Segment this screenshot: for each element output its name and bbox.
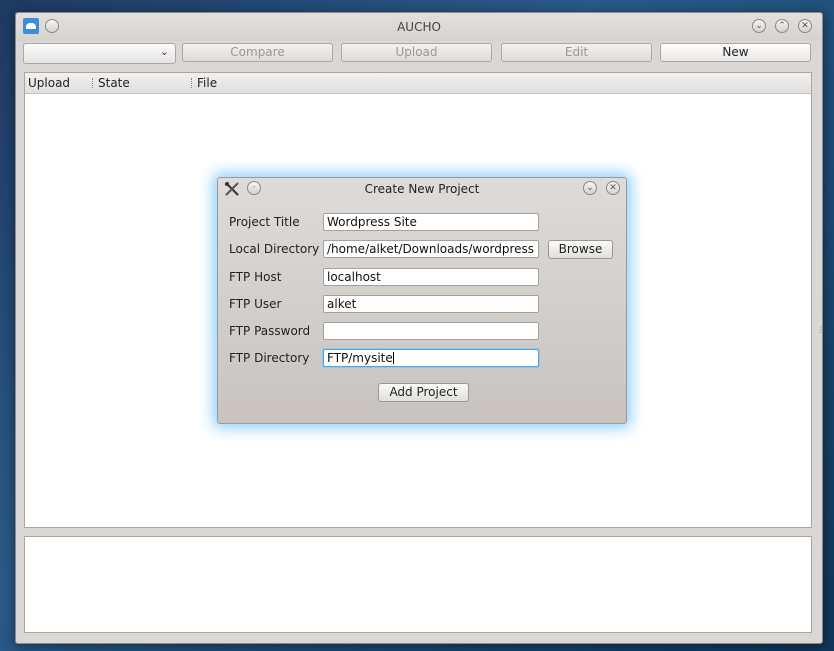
ftp-directory-label: FTP Directory <box>229 351 310 365</box>
column-separator[interactable] <box>191 78 193 88</box>
add-project-button[interactable]: Add Project <box>378 383 469 402</box>
dialog-close-button[interactable]: ✕ <box>606 181 620 195</box>
ftp-directory-input[interactable]: FTP/mysite <box>323 349 539 367</box>
edit-button[interactable]: Edit <box>501 43 652 62</box>
column-header-upload[interactable]: Upload <box>28 76 70 90</box>
column-header-state[interactable]: State <box>98 76 130 90</box>
main-titlebar[interactable]: AUCHO ⌄ ⌃ ✕ <box>16 13 822 41</box>
ftp-user-input[interactable]: alket <box>323 295 539 313</box>
text-caret <box>392 352 394 364</box>
compare-button[interactable]: Compare <box>182 43 333 62</box>
upload-button[interactable]: Upload <box>341 43 492 62</box>
ftp-directory-value: FTP/mysite <box>327 351 393 365</box>
column-separator[interactable] <box>92 78 94 88</box>
project-title-label: Project Title <box>229 215 300 229</box>
dialog-title: Create New Project <box>364 182 480 196</box>
maximize-button[interactable]: ⌃ <box>775 19 789 33</box>
close-button[interactable]: ✕ <box>798 19 812 33</box>
log-area[interactable] <box>24 536 812 633</box>
dialog-minimize-button[interactable]: ⌄ <box>583 181 597 195</box>
ftp-password-input[interactable] <box>323 322 539 340</box>
window-title: AUCHO <box>397 20 441 34</box>
splitter-handle[interactable]: ⋮ <box>817 325 825 334</box>
browse-button[interactable]: Browse <box>548 240 613 259</box>
project-title-input[interactable]: Wordpress Site <box>323 213 539 231</box>
new-button[interactable]: New <box>660 43 811 62</box>
project-select[interactable]: ⌄ <box>23 43 176 64</box>
chevron-down-icon: ⌄ <box>159 45 169 58</box>
table-header: Upload State File <box>25 73 811 94</box>
create-project-dialog: · Create New Project ⌄ ✕ Project Title W… <box>217 177 627 424</box>
ftp-host-input[interactable]: localhost <box>323 268 539 286</box>
local-directory-label: Local Directory <box>229 242 320 256</box>
column-header-file[interactable]: File <box>197 76 217 90</box>
minimize-button[interactable]: ⌄ <box>752 19 766 33</box>
ftp-user-label: FTP User <box>229 297 282 311</box>
ftp-password-label: FTP Password <box>229 324 311 338</box>
local-directory-input[interactable]: /home/alket/Downloads/wordpress <box>323 240 539 258</box>
toolbar: ⌄ Compare Upload Edit New <box>23 43 813 64</box>
ftp-host-label: FTP Host <box>229 270 282 284</box>
